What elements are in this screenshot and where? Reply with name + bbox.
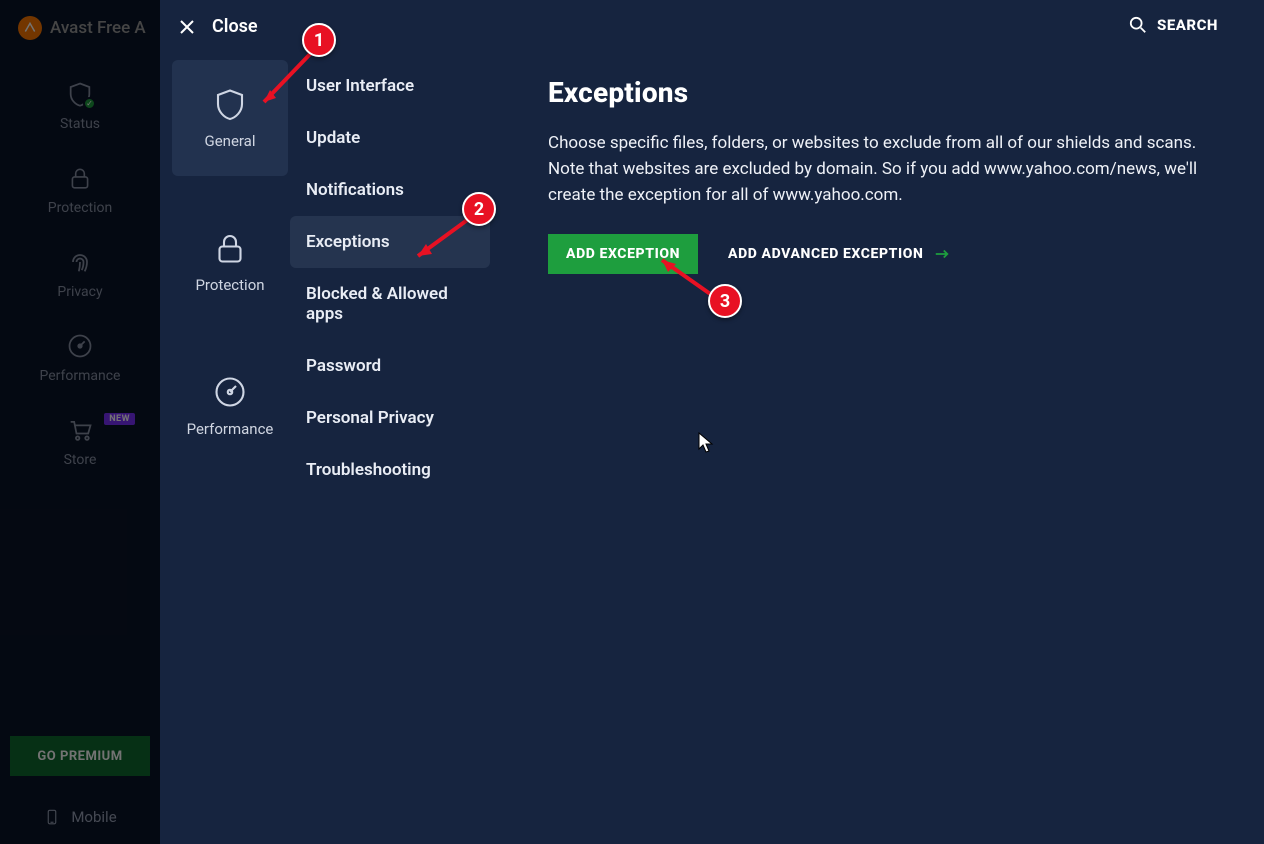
- app-sidebar: Avast Free A ✓ Status Protection Privacy…: [0, 0, 160, 844]
- setting-blocked-allowed[interactable]: Blocked & Allowed apps: [290, 268, 490, 340]
- status-ok-dot-icon: ✓: [83, 97, 96, 110]
- add-advanced-label: ADD ADVANCED EXCEPTION: [728, 246, 923, 262]
- nav-privacy[interactable]: Privacy: [0, 248, 160, 300]
- settings-categories: General Protection Performance: [160, 0, 290, 844]
- settings-content: Exceptions Choose specific files, folder…: [498, 0, 1264, 844]
- category-performance-label: Performance: [187, 420, 274, 438]
- cursor-icon: [698, 432, 714, 454]
- new-badge: NEW: [104, 413, 135, 425]
- category-protection-label: Protection: [195, 276, 264, 294]
- setting-password[interactable]: Password: [290, 340, 490, 392]
- close-icon: [178, 18, 196, 36]
- nav-status[interactable]: ✓ Status: [0, 80, 160, 132]
- setting-exceptions[interactable]: Exceptions: [290, 216, 490, 268]
- gauge-outline-icon: [212, 374, 248, 410]
- close-label: Close: [212, 16, 258, 37]
- nav-performance-label: Performance: [40, 368, 121, 384]
- mobile-icon: [43, 808, 61, 826]
- fingerprint-icon: [66, 248, 94, 276]
- annotation-marker-1: 1: [302, 23, 336, 57]
- settings-submenu: User Interface Update Notifications Exce…: [290, 0, 498, 844]
- setting-user-interface[interactable]: User Interface: [290, 60, 490, 112]
- search-icon: [1129, 16, 1147, 34]
- shield-outline-icon: [212, 86, 248, 122]
- setting-notifications[interactable]: Notifications: [290, 164, 490, 216]
- annotation-marker-3: 3: [708, 284, 742, 318]
- content-heading: Exceptions: [548, 76, 1214, 109]
- go-premium-button[interactable]: GO PREMIUM: [10, 736, 150, 776]
- annotation-marker-2: 2: [462, 192, 496, 226]
- nav-protection[interactable]: Protection: [0, 164, 160, 216]
- arrow-right-icon: [934, 248, 950, 260]
- setting-troubleshooting[interactable]: Troubleshooting: [290, 444, 490, 496]
- add-exception-button[interactable]: ADD EXCEPTION: [548, 234, 698, 274]
- nav-privacy-label: Privacy: [57, 284, 102, 300]
- nav-status-label: Status: [60, 116, 100, 132]
- nav-store[interactable]: NEW Store: [0, 416, 160, 468]
- avast-logo-icon: [18, 16, 42, 40]
- mobile-label: Mobile: [71, 808, 116, 826]
- content-description: Choose specific files, folders, or websi…: [548, 131, 1208, 208]
- category-protection[interactable]: Protection: [172, 204, 288, 320]
- nav-protection-label: Protection: [48, 200, 112, 216]
- category-general[interactable]: General: [172, 60, 288, 176]
- app-logo-title: Avast Free A: [0, 0, 160, 55]
- category-performance[interactable]: Performance: [172, 348, 288, 464]
- setting-personal-privacy[interactable]: Personal Privacy: [290, 392, 490, 444]
- app-title-text: Avast Free A: [50, 18, 146, 38]
- add-advanced-exception-button[interactable]: ADD ADVANCED EXCEPTION: [728, 246, 949, 262]
- lock-icon: [67, 165, 93, 191]
- settings-panel: Close SEARCH General Protection Performa…: [160, 0, 1264, 844]
- search-label: SEARCH: [1157, 16, 1218, 34]
- lock-outline-icon: [212, 230, 248, 266]
- gauge-icon: [66, 332, 94, 360]
- search-button[interactable]: SEARCH: [1129, 16, 1218, 34]
- setting-update[interactable]: Update: [290, 112, 490, 164]
- cart-icon: [66, 416, 94, 444]
- close-button[interactable]: Close: [178, 16, 258, 37]
- nav-performance[interactable]: Performance: [0, 332, 160, 384]
- mobile-link[interactable]: Mobile: [0, 808, 160, 826]
- nav-store-label: Store: [64, 452, 97, 468]
- category-general-label: General: [204, 132, 255, 150]
